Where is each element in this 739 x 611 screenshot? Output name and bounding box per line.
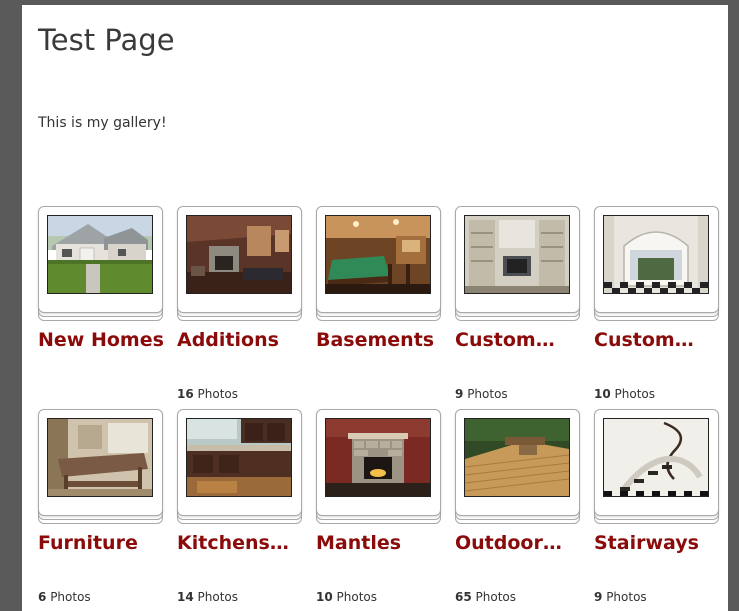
album-frame[interactable] xyxy=(316,206,441,322)
album-thumbnail-custom-shelving[interactable] xyxy=(464,215,570,294)
album-card[interactable]: New Homes xyxy=(38,206,164,406)
album-thumbnail-fireplace-room[interactable] xyxy=(186,215,292,294)
album-card[interactable]: Outdoor… 65 Photos xyxy=(455,409,580,609)
album-card[interactable]: Furniture 6 Photos xyxy=(38,409,163,609)
album-photo-count: 65 Photos xyxy=(455,590,517,604)
album-card[interactable]: Additions 16 Photos xyxy=(177,206,302,406)
page-title: Test Page xyxy=(38,23,175,57)
album-card[interactable]: Kitchens… 14 Photos xyxy=(177,409,302,609)
album-frame[interactable] xyxy=(594,409,719,525)
album-frame[interactable] xyxy=(455,409,580,525)
album-photo-count: 9 Photos xyxy=(455,387,508,401)
album-frame[interactable] xyxy=(38,206,163,322)
album-card[interactable]: Custom… 9 Photos xyxy=(455,206,580,406)
album-frame[interactable] xyxy=(177,206,302,322)
album-title-link[interactable]: Custom… xyxy=(594,326,730,354)
album-photo-count: 14 Photos xyxy=(177,590,239,604)
album-frame[interactable] xyxy=(177,409,302,525)
page-intro: This is my gallery! xyxy=(38,115,167,131)
album-thumbnail-stone-fireplace[interactable] xyxy=(325,418,431,497)
album-title-link[interactable]: Kitchens… xyxy=(177,529,313,557)
album-card[interactable]: Stairways 9 Photos xyxy=(594,409,719,609)
album-thumbnail-basement-pool-table[interactable] xyxy=(325,215,431,294)
album-photo-count: 9 Photos xyxy=(594,590,647,604)
album-card[interactable]: Basements xyxy=(316,206,441,406)
album-title-link[interactable]: Outdoor… xyxy=(455,529,591,557)
album-photo-count: 6 Photos xyxy=(38,590,91,604)
album-frame[interactable] xyxy=(38,409,163,525)
album-title-link[interactable]: Stairways xyxy=(594,529,730,557)
album-frame[interactable] xyxy=(455,206,580,322)
album-title-link[interactable]: Basements xyxy=(316,326,452,354)
album-photo-count: 10 Photos xyxy=(316,590,378,604)
album-photo-count: 10 Photos xyxy=(594,387,656,401)
album-title-link[interactable]: Furniture xyxy=(38,529,174,557)
album-title-link[interactable]: Mantles xyxy=(316,529,452,557)
album-thumbnail-spiral-staircase[interactable] xyxy=(603,418,709,497)
album-thumbnail-house-exterior[interactable] xyxy=(47,215,153,294)
album-thumbnail-kitchen[interactable] xyxy=(186,418,292,497)
album-card[interactable]: Mantles 10 Photos xyxy=(316,409,441,609)
album-title-link[interactable]: Additions xyxy=(177,326,313,354)
album-thumbnail-arched-window-room[interactable] xyxy=(603,215,709,294)
album-title-link[interactable]: New Homes xyxy=(38,326,174,354)
album-thumbnail-wooden-deck[interactable] xyxy=(464,418,570,497)
album-card[interactable]: Custom… 10 Photos xyxy=(594,206,719,406)
album-title-link[interactable]: Custom… xyxy=(455,326,591,354)
page-content: Test Page This is my gallery! New Homes … xyxy=(22,5,728,611)
album-frame[interactable] xyxy=(316,409,441,525)
album-thumbnail-dining-table[interactable] xyxy=(47,418,153,497)
album-photo-count: 16 Photos xyxy=(177,387,239,401)
album-frame[interactable] xyxy=(594,206,719,322)
